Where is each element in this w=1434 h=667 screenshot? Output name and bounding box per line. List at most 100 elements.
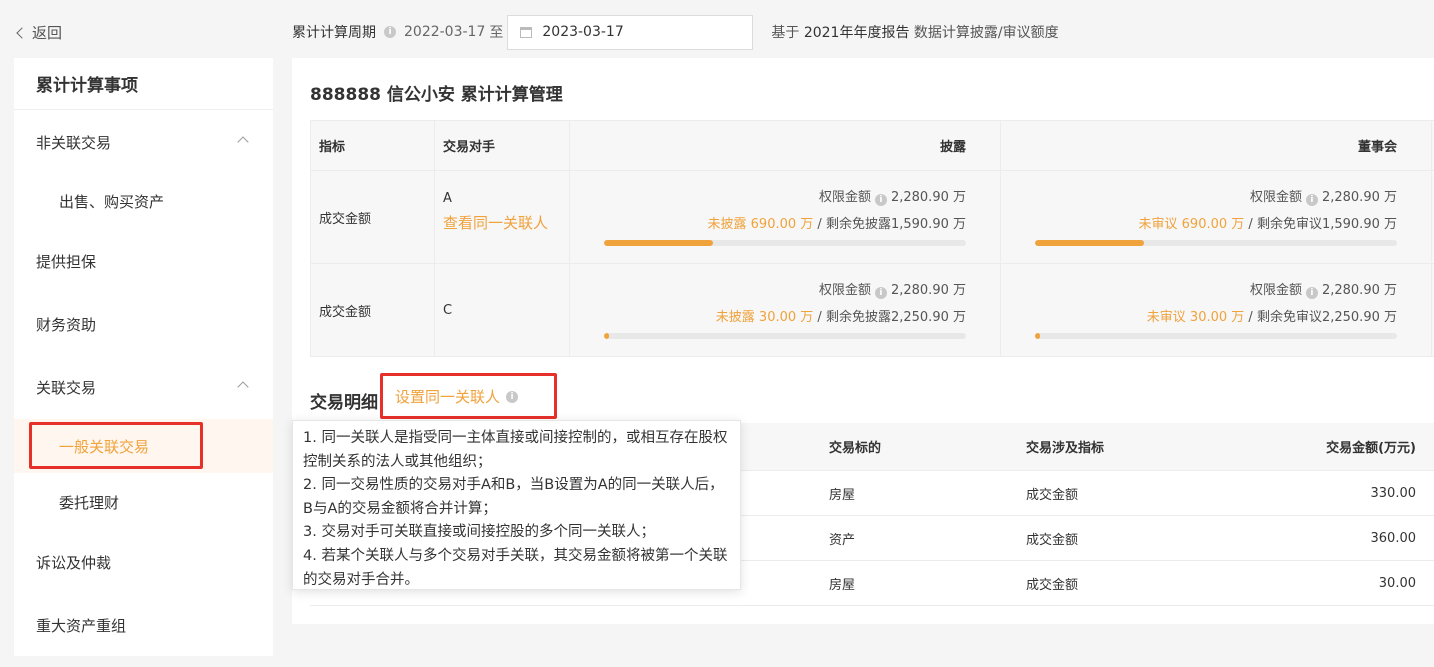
limit-value: 2,280.90 万 bbox=[1321, 190, 1397, 205]
sidebar-item-asset-trade[interactable]: 出售、购买资产 bbox=[14, 181, 273, 221]
tooltip: 1. 同一关联人是指受同一主体直接或间接控制的，或相互存在股权控制关系的法人或其… bbox=[292, 420, 741, 590]
detail-title: 交易明细 bbox=[310, 393, 378, 413]
table-header-row: 指标 交易对手 披露 董事会 bbox=[310, 120, 1434, 171]
basis-text: 基于 2021年年度报告 数据计算披露/审议额度 bbox=[771, 22, 1058, 42]
pending-value: 690.00 万 bbox=[750, 217, 814, 232]
basis-report: 2021年年度报告 bbox=[803, 25, 910, 41]
progress-fill bbox=[1035, 240, 1144, 246]
board-cell: 权限金额 i 2,280.90 万 未审议 30.00 万 / 剩余免审议2,250… bbox=[1000, 263, 1432, 357]
limit-amount: 权限金额 i 2,280.90 万 bbox=[1250, 279, 1397, 299]
start-date: 2022-03-17 bbox=[404, 24, 486, 40]
column-header: 交易标的 bbox=[829, 441, 882, 456]
chevron-up-icon bbox=[237, 381, 249, 393]
sidebar-title: 累计计算事项 bbox=[14, 58, 273, 110]
info-icon[interactable]: i bbox=[1305, 287, 1318, 299]
summary-table: 指标 交易对手 披露 董事会 成交金额 A 查看同一关联人 权限金额 i 2,280… bbox=[310, 120, 1434, 357]
column-header: 指标 bbox=[310, 120, 435, 171]
period-label: 累计计算周期 bbox=[292, 25, 376, 41]
column-header: 交易对手 bbox=[434, 120, 570, 171]
pending-value: 30.00 万 bbox=[758, 310, 814, 325]
pending-label: 未审议 bbox=[1138, 217, 1178, 232]
column-header: 披露 bbox=[569, 120, 1001, 171]
sidebar-item-label: 诉讼及仲裁 bbox=[36, 553, 112, 572]
sidebar-item-non-related[interactable]: 非关联交易 bbox=[14, 122, 273, 162]
limit-label: 权限金额 bbox=[818, 283, 871, 298]
metric-cell: 成交金额 bbox=[310, 263, 435, 357]
table-cell: 成交金额 bbox=[1026, 532, 1079, 548]
sidebar-item-label: 非关联交易 bbox=[36, 133, 112, 152]
remain-text: 未披露 30.00 万 / 剩余免披露2,250.90 万 bbox=[716, 306, 966, 325]
sidebar-item-related[interactable]: 关联交易 bbox=[14, 367, 273, 407]
limit-value: 2,280.90 万 bbox=[1321, 283, 1397, 298]
remain-value: 1,590.90 万 bbox=[890, 217, 966, 232]
progress-bar bbox=[604, 333, 966, 339]
progress-fill bbox=[1035, 333, 1040, 339]
column-header: 董事会 bbox=[1000, 120, 1432, 171]
limit-amount: 权限金额 i 2,280.90 万 bbox=[819, 279, 966, 299]
info-icon[interactable]: i bbox=[874, 287, 887, 299]
remain-label: 剩余免审议 bbox=[1256, 217, 1322, 232]
table-cell: 房屋 bbox=[829, 577, 856, 593]
calendar-icon bbox=[520, 26, 533, 38]
sidebar-item-litigation[interactable]: 诉讼及仲裁 bbox=[14, 542, 273, 582]
sidebar-item-guarantee[interactable]: 提供担保 bbox=[14, 241, 273, 281]
sidebar-item-financial-aid[interactable]: 财务资助 bbox=[14, 304, 273, 344]
pending-value: 30.00 万 bbox=[1189, 310, 1245, 325]
sidebar-item-entrusted-finance[interactable]: 委托理财 bbox=[14, 482, 273, 522]
chevron-up-icon bbox=[237, 136, 249, 148]
highlight-box-sidebar bbox=[29, 422, 203, 469]
separator: / bbox=[817, 310, 822, 325]
progress-fill bbox=[604, 333, 609, 339]
basis-prefix: 基于 bbox=[771, 25, 800, 41]
column-header: 交易金额(万元) bbox=[1326, 441, 1416, 456]
counterparty-name: A bbox=[443, 191, 452, 206]
separator: / bbox=[817, 217, 822, 232]
back-label: 返回 bbox=[32, 24, 63, 42]
progress-fill bbox=[604, 240, 713, 246]
limit-amount: 权限金额 i 2,280.90 万 bbox=[1250, 186, 1397, 206]
pending-value: 690.00 万 bbox=[1181, 217, 1245, 232]
table-row: 成交金额 A 查看同一关联人 权限金额 i 2,280.90 万 未披露 690.0… bbox=[310, 170, 1434, 264]
metric-cell: 成交金额 bbox=[310, 170, 435, 264]
limit-label: 权限金额 bbox=[1249, 283, 1302, 298]
pending-label: 未披露 bbox=[715, 310, 755, 325]
end-date-value: 2023-03-17 bbox=[542, 24, 624, 40]
tooltip-line: 1. 同一关联人是指受同一主体直接或间接控制的，或相互存在股权控制关系的法人或其… bbox=[303, 430, 728, 470]
remain-label: 剩余免审议 bbox=[1256, 310, 1322, 325]
sidebar-item-label: 出售、购买资产 bbox=[59, 192, 165, 211]
pending-label: 未披露 bbox=[707, 217, 747, 232]
info-icon[interactable]: i bbox=[384, 26, 396, 38]
tooltip-line: 2. 同一交易性质的交易对手A和B，当B设置为A的同一关联人后，B与A的交易金额… bbox=[303, 477, 724, 517]
table-cell: 成交金额 bbox=[1026, 577, 1079, 593]
table-row: 成交金额 C 权限金额 i 2,280.90 万 未披露 30.00 万 / 剩余免… bbox=[310, 263, 1434, 357]
view-related-link[interactable]: 查看同一关联人 bbox=[443, 212, 548, 233]
remain-text: 未披露 690.00 万 / 剩余免披露1,590.90 万 bbox=[708, 213, 967, 232]
column-header: 交易涉及指标 bbox=[1026, 441, 1105, 456]
chevron-left-icon bbox=[16, 27, 28, 39]
limit-value: 2,280.90 万 bbox=[890, 190, 966, 205]
limit-label: 权限金额 bbox=[818, 190, 871, 205]
remain-text: 未审议 690.00 万 / 剩余免审议1,590.90 万 bbox=[1139, 213, 1398, 232]
end-date-input[interactable]: 2023-03-17 bbox=[507, 14, 754, 50]
table-cell: 资产 bbox=[829, 532, 856, 548]
sidebar-item-label: 重大资产重组 bbox=[36, 616, 127, 635]
disclosure-cell: 权限金额 i 2,280.90 万 未披露 30.00 万 / 剩余免披露2,250… bbox=[569, 263, 1001, 357]
sidebar-item-restructuring[interactable]: 重大资产重组 bbox=[14, 605, 273, 645]
back-button[interactable]: 返回 bbox=[16, 22, 63, 43]
progress-bar bbox=[1035, 333, 1397, 339]
counterparty-cell: C bbox=[434, 263, 570, 357]
info-icon[interactable]: i bbox=[1305, 194, 1318, 206]
sidebar-item-label: 提供担保 bbox=[36, 252, 97, 271]
table-cell: 360.00 bbox=[1370, 530, 1417, 546]
sidebar: 累计计算事项 非关联交易 出售、购买资产 提供担保 财务资助 关联交易 一般关联… bbox=[14, 58, 273, 656]
info-icon[interactable]: i bbox=[874, 194, 887, 206]
highlight-box-set-link bbox=[380, 373, 557, 419]
pending-label: 未审议 bbox=[1146, 310, 1186, 325]
table-cell: 房屋 bbox=[829, 487, 856, 503]
progress-bar bbox=[604, 240, 966, 246]
page-title: 888888 信公小安 累计计算管理 bbox=[310, 85, 563, 105]
progress-bar bbox=[1035, 240, 1397, 246]
counterparty-cell: A 查看同一关联人 bbox=[434, 170, 570, 264]
disclosure-cell: 权限金额 i 2,280.90 万 未披露 690.00 万 / 剩余免披露1,59… bbox=[569, 170, 1001, 264]
table-cell: 成交金额 bbox=[1026, 487, 1079, 503]
